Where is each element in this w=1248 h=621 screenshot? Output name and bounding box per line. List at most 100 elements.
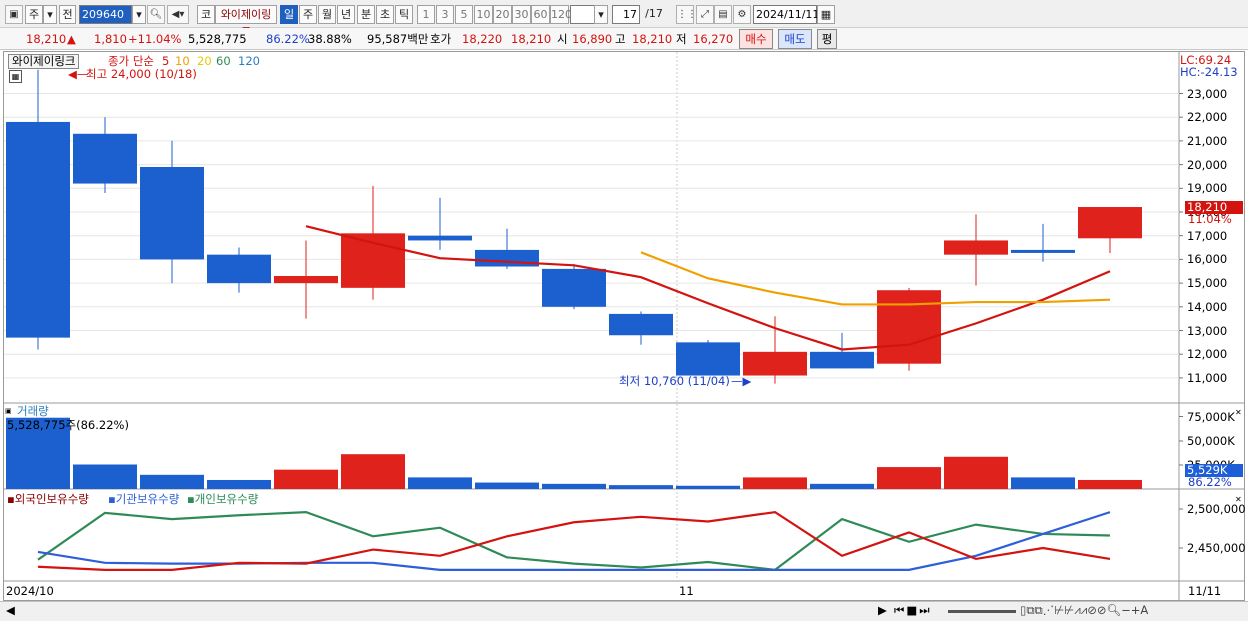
speaker-icon[interactable]: ◀▾	[167, 5, 189, 24]
price-tick-label: 19,000	[1187, 181, 1228, 196]
tab-period-0[interactable]: 일	[280, 5, 298, 24]
scroll-right-icon[interactable]: ▶	[878, 604, 887, 617]
price-tick-label: 20,000	[1187, 157, 1228, 172]
quote-bar: 18,210 ▲ 1,810 +11.04% 5,528,775 86.22% …	[0, 28, 1248, 50]
candle-body	[408, 235, 472, 241]
market-label[interactable]: 코	[197, 5, 215, 24]
search-icon[interactable]: 🔍︎	[147, 5, 165, 24]
bid-price: 18,210	[511, 32, 552, 46]
ma10-line	[640, 251, 1111, 306]
interval-button-120[interactable]: 120	[550, 5, 572, 24]
tab-period-5[interactable]: 초	[376, 5, 394, 24]
price-tick-label: 12,000	[1187, 347, 1228, 362]
volume-pct-tag: 86.22%	[1188, 475, 1232, 489]
toolbar: ▣ 주 ▾ 전 209640 ▾ 🔍︎ ◀▾ 코 와이제이링크 일주월년분초틱 …	[0, 0, 1248, 38]
trade-amount: 95,587백만	[367, 32, 429, 46]
bottom-scrollbar[interactable]: ◀ ▶ ⏮■⏭ ▯⧉⧉⋰⊬⊬⩘⩘⊘⊘🔍︎−+A	[0, 601, 1248, 621]
save-icon[interactable]: ▤	[714, 5, 732, 24]
volume-value: 5,528,775	[188, 32, 247, 46]
draw-icon[interactable]: ⤢	[696, 5, 714, 24]
candle-body	[743, 351, 807, 376]
interval-button-10[interactable]: 10	[474, 5, 493, 24]
interval-button-20[interactable]: 20	[493, 5, 512, 24]
interval-button-1[interactable]: 1	[417, 5, 435, 24]
ma-period-20[interactable]: 20	[197, 55, 212, 68]
date-input[interactable]: 2024/11/11	[753, 5, 819, 24]
scroll-left-icon[interactable]: ◀	[6, 604, 15, 617]
candle-body	[609, 313, 673, 336]
table-icon[interactable]: ▦	[9, 70, 22, 83]
volume-bar	[274, 469, 338, 489]
grid-icon[interactable]: ⋮⋮	[676, 5, 697, 24]
ma-period-60[interactable]: 60	[216, 55, 231, 68]
candle-body	[944, 240, 1008, 255]
gear-icon[interactable]: ⚙	[733, 5, 751, 24]
ask-price: 18,220	[462, 32, 503, 46]
close-holdings-icon[interactable]: ✕	[1235, 493, 1242, 506]
price-tick-label: 13,000	[1187, 323, 1228, 338]
volume-bar	[341, 454, 405, 489]
holdings-legend-item-1[interactable]: ▪기관보유수량	[108, 493, 179, 506]
x-axis-mid: 11	[679, 584, 694, 598]
volume-bar	[743, 477, 807, 489]
tool-icons[interactable]: ▯⧉⧉⋰⊬⊬⩘⩘⊘⊘🔍︎−+A	[1020, 604, 1148, 617]
interval-button-5[interactable]: 5	[455, 5, 473, 24]
evaluation-button[interactable]: 평	[817, 29, 837, 49]
volume-title[interactable]: 거래량	[17, 405, 49, 418]
volume-bar	[73, 464, 137, 489]
window-menu-icon[interactable]: ▣	[5, 5, 23, 24]
sell-button[interactable]: 매도	[778, 29, 812, 49]
interval-button-30[interactable]: 30	[512, 5, 531, 24]
market-button[interactable]: 주	[25, 5, 43, 24]
high-price: 18,210	[632, 32, 673, 46]
current-price: 18,210	[26, 32, 67, 46]
interval-button-60[interactable]: 60	[531, 5, 550, 24]
stock-name: 와이제이링크	[215, 5, 277, 38]
price-tick-label: 21,000	[1187, 133, 1228, 148]
price-tick-label: 11,000	[1187, 370, 1228, 385]
chevron-down-icon[interactable]: ▾	[43, 5, 57, 24]
playback-icons[interactable]: ⏮■⏭	[894, 604, 932, 617]
ask-label: 호가	[430, 32, 452, 46]
holdings-legend-item-0[interactable]: ▪외국인보유수량	[7, 493, 89, 506]
extra-dropdown-icon[interactable]: ▾	[594, 5, 608, 24]
tab-period-4[interactable]: 분	[357, 5, 375, 24]
interval-button-3[interactable]: 3	[436, 5, 454, 24]
chart-area[interactable]: 와이제이링크 종가 단순 5 10 20 60 120 ◀— 최고 24,000 (10…	[3, 51, 1246, 601]
holdings-legend-item-2[interactable]: ▪개인보유수량	[187, 493, 258, 506]
candle-body	[73, 133, 137, 184]
calendar-icon[interactable]: ▦	[817, 5, 835, 24]
volume-bar	[944, 456, 1008, 489]
tab-period-2[interactable]: 월	[318, 5, 336, 24]
volume-bar	[140, 474, 204, 489]
candle-body	[542, 268, 606, 307]
tab-period-6[interactable]: 틱	[395, 5, 413, 24]
open-price: 16,890	[572, 32, 613, 46]
tab-period-3[interactable]: 년	[337, 5, 355, 24]
volume-bar	[676, 485, 740, 489]
price-tick-label: 15,000	[1187, 276, 1228, 291]
volume-bar	[408, 477, 472, 489]
ma-period-120[interactable]: 120	[238, 55, 260, 68]
change-percent: +11.04%	[128, 32, 182, 46]
close-panel-icon[interactable]: ✕	[1235, 406, 1242, 419]
count-input[interactable]: 17	[612, 5, 640, 24]
stock-code-input[interactable]: 209640	[79, 5, 132, 24]
chart-svg	[4, 52, 1244, 600]
volume-tick-label: 75,000K	[1187, 409, 1235, 424]
open-label: 시	[557, 32, 568, 46]
prev-button[interactable]: 전	[59, 5, 76, 24]
zoom-slider[interactable]	[948, 610, 1016, 613]
volume-bar	[207, 479, 271, 489]
x-axis-end: 11/11	[1188, 584, 1222, 598]
volume-bar	[542, 483, 606, 489]
volume-note: 5,528,775주(86.22%)	[7, 418, 129, 432]
price-tick-label: 14,000	[1187, 299, 1228, 314]
panel-menu-icon[interactable]: ▣	[5, 405, 12, 418]
candle-body	[207, 254, 271, 284]
volume-tick-label: 50,000K	[1187, 434, 1235, 448]
code-dropdown-icon[interactable]: ▾	[132, 5, 146, 24]
volume-bar	[609, 485, 673, 489]
tab-period-1[interactable]: 주	[299, 5, 317, 24]
buy-button[interactable]: 매수	[739, 29, 773, 49]
